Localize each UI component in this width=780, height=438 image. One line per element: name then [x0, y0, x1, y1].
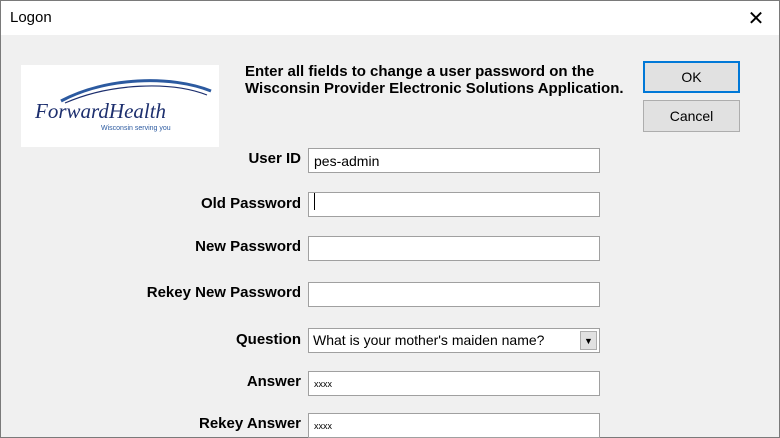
logo-tagline: Wisconsin serving you [101, 125, 171, 132]
question-selected-value: What is your mother's maiden name? [313, 332, 545, 348]
user-id-field[interactable] [308, 148, 600, 173]
rekey-answer-field[interactable] [308, 413, 600, 438]
old-password-label: Old Password [200, 195, 301, 212]
new-password-label: New Password [195, 238, 301, 255]
instructions-text: Enter all fields to change a user passwo… [245, 63, 624, 97]
text-caret [314, 193, 315, 210]
chevron-down-icon[interactable]: ▼ [580, 331, 597, 350]
ok-button[interactable]: OK [643, 61, 740, 93]
new-password-field[interactable] [308, 236, 600, 261]
logon-dialog: Logon ✕ ForwardHealth Wisconsin serving … [0, 0, 780, 438]
close-icon: ✕ [747, 7, 765, 30]
user-id-label: User ID [248, 150, 301, 167]
forwardhealth-logo: ForwardHealth Wisconsin serving you [21, 65, 219, 147]
close-button[interactable]: ✕ [733, 1, 779, 35]
old-password-field[interactable] [308, 192, 600, 217]
answer-label: Answer [246, 373, 301, 390]
question-select[interactable]: What is your mother's maiden name? ▼ [308, 328, 600, 353]
cancel-button[interactable]: Cancel [643, 100, 740, 132]
rekey-answer-label: Rekey Answer [199, 415, 301, 432]
rekey-new-password-field[interactable] [308, 282, 600, 307]
window-title: Logon [10, 9, 52, 26]
question-label: Question [235, 331, 301, 348]
title-bar: Logon ✕ [1, 1, 779, 35]
rekey-new-password-label: Rekey New Password [146, 284, 301, 301]
answer-field[interactable] [308, 371, 600, 396]
logo-name: ForwardHealth [35, 99, 167, 123]
